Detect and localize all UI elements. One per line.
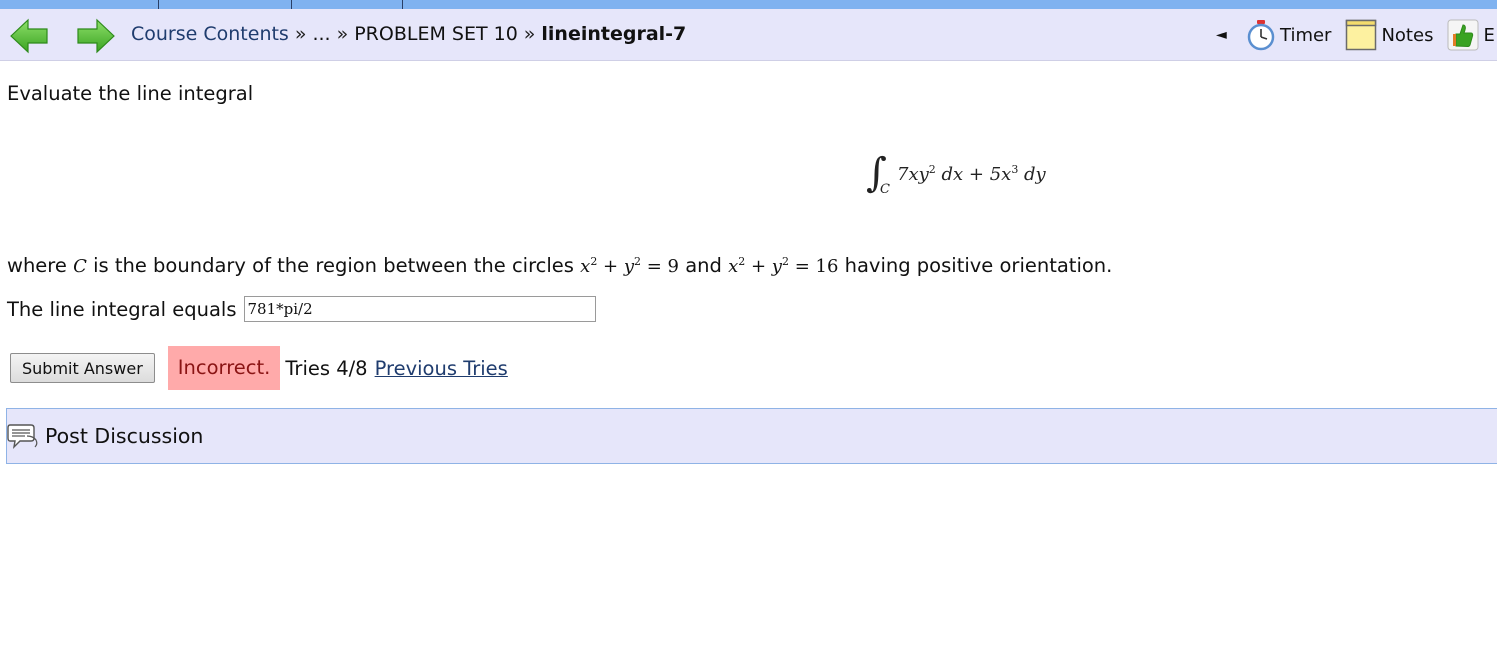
description-text: having positive orientation. [838, 254, 1113, 277]
math-term: + y [745, 256, 782, 277]
math-term: x [728, 256, 739, 277]
timer-label: Timer [1280, 24, 1332, 46]
top-strip [0, 0, 1497, 9]
math-exponent: 2 [634, 255, 642, 268]
evaluate-icon [1447, 19, 1479, 51]
integral-subscript: C [880, 182, 890, 197]
math-term: x [580, 256, 591, 277]
description-text: where [7, 254, 74, 277]
integrand-exponent: 2 [928, 163, 936, 176]
integrand-term: dy [1018, 164, 1046, 185]
breadcrumb-separator: » [294, 23, 307, 45]
status-badge: Incorrect. [167, 346, 281, 390]
math-term: + y [597, 256, 635, 277]
description-text: is the boundary of the region between th… [86, 254, 581, 277]
evaluate-button[interactable]: E [1447, 19, 1495, 51]
post-discussion-label: Post Discussion [45, 424, 204, 448]
math-term: = 16 [788, 256, 839, 277]
speech-bubble-icon [7, 424, 38, 450]
integrand-term: dx + 5x [935, 164, 1012, 185]
breadcrumb-course-contents[interactable]: Course Contents [131, 23, 289, 45]
navigation-bar: Course Contents»...» PROBLEM SET 10» linei… [0, 9, 1497, 61]
breadcrumb: Course Contents»...» PROBLEM SET 10» linei… [131, 21, 686, 47]
answer-input[interactable] [243, 296, 596, 322]
breadcrumb-ellipsis[interactable]: ... [312, 23, 330, 45]
top-strip-divider [158, 0, 159, 9]
submit-answer-button[interactable]: Submit Answer [10, 353, 155, 383]
circle-equation-2: x2 + y2 = 16 [728, 255, 839, 277]
problem-prompt: Evaluate the line integral [7, 82, 254, 105]
curve-symbol: C [73, 256, 87, 277]
breadcrumb-separator: » [523, 23, 536, 45]
breadcrumb-separator: » [336, 23, 349, 45]
integrand: 7xy2 dx + 5x3 dy [897, 163, 1046, 185]
tries-count: Tries 4/8 [285, 356, 368, 380]
answer-row: The line integral equals [7, 294, 596, 324]
problem-region-description: where C is the boundary of the region be… [7, 250, 1112, 279]
top-strip-divider [402, 0, 403, 9]
breadcrumb-current: lineintegral-7 [541, 23, 687, 45]
math-exponent: 2 [781, 255, 789, 268]
timer-icon [1247, 20, 1275, 51]
post-discussion-bar[interactable]: Post Discussion [6, 408, 1497, 464]
forward-arrow-icon[interactable] [76, 17, 116, 55]
answer-label: The line integral equals [7, 297, 237, 321]
back-arrow-icon[interactable] [9, 17, 49, 55]
integrand-term: 7xy [897, 164, 929, 185]
notes-icon [1346, 19, 1377, 51]
circle-equation-1: x2 + y2 = 9 [580, 255, 680, 277]
math-term: = 9 [641, 256, 680, 277]
breadcrumb-problem-set[interactable]: PROBLEM SET 10 [354, 23, 518, 45]
description-text: and [679, 254, 729, 277]
submission-row: Submit Answer Incorrect. Tries 4/8 Previ… [10, 346, 508, 390]
previous-tries-link[interactable]: Previous Tries [375, 357, 508, 380]
collapse-toolbar-icon[interactable]: ◄ [1216, 27, 1234, 43]
evaluate-label: E [1483, 24, 1495, 46]
timer-button[interactable]: Timer [1246, 19, 1331, 51]
notes-button[interactable]: Notes [1345, 19, 1433, 51]
notes-label: Notes [1381, 24, 1434, 46]
top-strip-divider [291, 0, 292, 9]
tool-bar: ◄ Timer Notes E [1216, 19, 1497, 51]
